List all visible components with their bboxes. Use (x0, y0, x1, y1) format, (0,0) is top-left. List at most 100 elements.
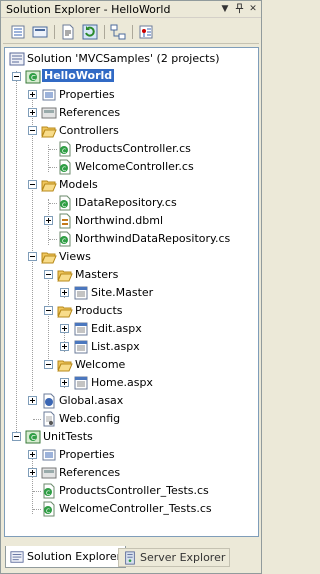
tree-item-properties[interactable]: Properties (5, 86, 258, 104)
tree-item-label: ProductsController_Tests.cs (59, 484, 209, 497)
collapse-icon[interactable] (44, 306, 53, 315)
collapse-icon[interactable] (12, 432, 21, 441)
tree-item-label: Models (59, 178, 98, 191)
tree-item-label: Edit.aspx (91, 322, 142, 335)
tree-item-views[interactable]: Views (5, 248, 258, 266)
solution-explorer-icon (10, 550, 24, 563)
tree-item-label: Home.aspx (91, 376, 153, 389)
tree-item-products-controller[interactable]: ProductsController.cs (5, 140, 258, 158)
tree-item-masters[interactable]: Masters (5, 266, 258, 284)
tree-item-northwind-repository[interactable]: NorthwindDataRepository.cs (5, 230, 258, 248)
collapse-icon[interactable] (12, 72, 21, 81)
csharp-file-icon (57, 195, 73, 211)
tree-item-web-config[interactable]: Web.config (5, 410, 258, 428)
tree-item-label: Welcome (75, 358, 126, 371)
solution-tree: C C Solution 'MVCSamples' (2 proj (4, 47, 259, 537)
tree-item-idatarepository[interactable]: IDataRepository.cs (5, 194, 258, 212)
tree-item-global-asax[interactable]: Global.asax (5, 392, 258, 410)
tree-item-label: ProductsController.cs (75, 142, 191, 155)
tree-item-label: References (59, 106, 121, 119)
refresh-icon[interactable] (81, 23, 99, 41)
show-all-files-icon[interactable] (31, 23, 49, 41)
tree-item-welcome-controller[interactable]: WelcomeController.cs (5, 158, 258, 176)
folder-open-icon (57, 267, 73, 283)
tab-solution-explorer[interactable]: Solution Explorer (5, 546, 127, 568)
dropdown-arrow-icon[interactable]: ▼ (219, 3, 231, 15)
tree-item-welcome-folder[interactable]: Welcome (5, 356, 258, 374)
tree-item-models[interactable]: Models (5, 176, 258, 194)
expand-icon[interactable] (28, 450, 37, 459)
csharp-file-icon (57, 141, 73, 157)
collapse-icon[interactable] (28, 180, 37, 189)
folder-open-icon (57, 357, 73, 373)
expand-icon[interactable] (28, 468, 37, 477)
expand-icon[interactable] (60, 324, 69, 333)
tree-item-label: HelloWorld (42, 69, 115, 82)
csharp-file-icon (41, 501, 57, 517)
tree-item-label: IDataRepository.cs (75, 196, 177, 209)
tab-server-explorer[interactable]: Server Explorer (118, 548, 231, 567)
tree-item-label: Controllers (59, 124, 119, 137)
tree-item-label: Global.asax (59, 394, 124, 407)
folder-open-icon (41, 249, 57, 265)
tree-item-label: Properties (59, 88, 115, 101)
csharp-file-icon (57, 231, 73, 247)
toolbar (3, 20, 259, 44)
tree-item-products-folder[interactable]: Products (5, 302, 258, 320)
tab-label: Solution Explorer (27, 550, 122, 563)
tree-item-label: UnitTests (43, 430, 93, 443)
properties-folder-icon (41, 87, 57, 103)
aspx-file-icon (73, 321, 89, 337)
global-asax-icon (41, 393, 57, 409)
tree-item-site-master[interactable]: Site.Master (5, 284, 258, 302)
server-explorer-icon (125, 550, 135, 565)
tree-item-label: Properties (59, 448, 115, 461)
tree-item-references[interactable]: References (5, 104, 258, 122)
references-icon (41, 105, 57, 121)
expand-icon[interactable] (28, 90, 37, 99)
window-title: Solution Explorer - HelloWorld (6, 3, 171, 16)
tree-item-label: Web.config (59, 412, 121, 425)
pin-icon[interactable] (233, 3, 245, 15)
expand-icon[interactable] (28, 396, 37, 405)
class-diagram-icon[interactable] (137, 23, 155, 41)
aspx-file-icon (73, 339, 89, 355)
view-code-icon[interactable] (59, 23, 77, 41)
tree-item-references-2[interactable]: References (5, 464, 258, 482)
tree-item-label: Views (59, 250, 91, 263)
tree-item-project-helloworld[interactable]: HelloWorld (5, 68, 258, 86)
tree-item-home-aspx[interactable]: Home.aspx (5, 374, 258, 392)
expand-icon[interactable] (28, 108, 37, 117)
collapse-icon[interactable] (28, 252, 37, 261)
tree-item-project-unittests[interactable]: UnitTests (5, 428, 258, 446)
collapse-icon[interactable] (44, 270, 53, 279)
csharp-project-icon (25, 69, 41, 85)
csharp-file-icon (41, 483, 57, 499)
expand-icon[interactable] (60, 378, 69, 387)
expand-icon[interactable] (60, 288, 69, 297)
csharp-file-icon (57, 159, 73, 175)
tree-item-edit-aspx[interactable]: Edit.aspx (5, 320, 258, 338)
close-icon[interactable]: ✕ (247, 3, 259, 15)
tree-item-products-tests[interactable]: ProductsController_Tests.cs (5, 482, 258, 500)
explorer-tabs: Solution Explorer Server Explorer (3, 546, 259, 570)
tree-item-controllers[interactable]: Controllers (5, 122, 258, 140)
view-designer-icon[interactable] (109, 23, 127, 41)
collapse-icon[interactable] (28, 126, 37, 135)
tree-item-label: WelcomeController_Tests.cs (59, 502, 212, 515)
expand-icon[interactable] (44, 216, 53, 225)
tree-item-properties-2[interactable]: Properties (5, 446, 258, 464)
tree-item-label: Northwind.dbml (75, 214, 164, 227)
folder-open-icon (41, 123, 57, 139)
properties-icon[interactable] (9, 23, 27, 41)
tree-item-label: Solution 'MVCSamples' (2 projects) (27, 52, 220, 65)
tree-item-welcome-tests[interactable]: WelcomeController_Tests.cs (5, 500, 258, 518)
tree-item-label: Products (75, 304, 123, 317)
expand-icon[interactable] (60, 342, 69, 351)
collapse-icon[interactable] (44, 360, 53, 369)
tree-item-northwind-dbml[interactable]: Northwind.dbml (5, 212, 258, 230)
tree-item-list-aspx[interactable]: List.aspx (5, 338, 258, 356)
tree-item-solution[interactable]: Solution 'MVCSamples' (2 projects) (5, 50, 258, 68)
dbml-file-icon (57, 213, 73, 229)
solution-icon (9, 51, 25, 67)
